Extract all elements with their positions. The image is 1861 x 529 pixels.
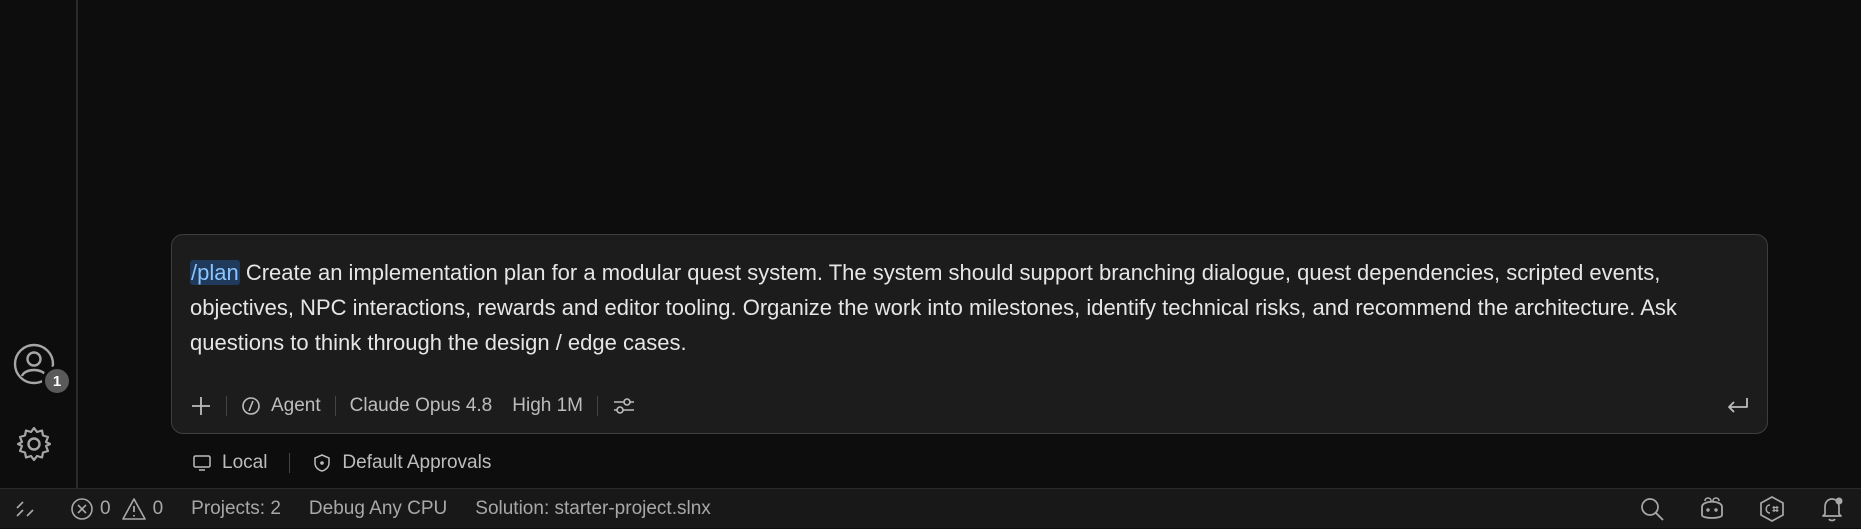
effort-picker[interactable]: High 1M xyxy=(512,395,583,417)
toolbar-divider xyxy=(226,396,227,416)
zoom-icon xyxy=(1641,498,1664,521)
copilot-icon xyxy=(1701,497,1723,519)
error-icon xyxy=(71,497,93,520)
tools-button[interactable] xyxy=(612,395,636,417)
plus-icon xyxy=(192,397,210,415)
mode-label: Agent xyxy=(271,395,321,416)
chat-prompt-input[interactable]: /plan Create an implementation plan for … xyxy=(190,255,1740,360)
shield-icon xyxy=(314,454,331,472)
approvals-label: Default Approvals xyxy=(342,452,492,473)
warning-icon xyxy=(121,497,146,520)
slash-command-chip: /plan xyxy=(190,260,240,285)
projects-status[interactable]: Projects: 2 xyxy=(191,498,281,520)
manage-button[interactable] xyxy=(14,424,54,464)
remote-button[interactable] xyxy=(14,498,36,520)
toolbar-divider xyxy=(334,396,336,416)
chat-toolbar: Agent Claude Opus 4.8 High 1M xyxy=(190,391,636,421)
problems-button[interactable]: 0 0 xyxy=(70,497,163,521)
csharp-button[interactable] xyxy=(1757,494,1787,524)
warning-count: 0 xyxy=(152,497,164,519)
send-button[interactable] xyxy=(1723,391,1753,421)
location-label: Local xyxy=(222,452,268,473)
model-picker[interactable]: Claude Opus 4.8 xyxy=(350,395,493,417)
csharp-icon xyxy=(1760,496,1784,522)
enter-icon xyxy=(1728,398,1748,413)
bell-icon xyxy=(1822,497,1843,522)
account-badge: 1 xyxy=(42,366,72,396)
session-options: Local Default Approvals xyxy=(192,449,491,477)
build-config-status[interactable]: Debug Any CPU xyxy=(309,498,447,520)
remote-icon xyxy=(16,500,34,517)
prompt-text: Create an implementation plan for a modu… xyxy=(190,260,1677,355)
solution-status[interactable]: Solution: starter-project.slnx xyxy=(475,498,711,520)
approvals-picker[interactable]: Default Approvals xyxy=(312,452,491,474)
activity-bar: 1 xyxy=(0,0,78,488)
divider xyxy=(289,453,291,473)
chat-input-box[interactable]: /plan Create an implementation plan for … xyxy=(171,234,1768,434)
status-bar-right xyxy=(1637,489,1861,529)
toolbar-divider xyxy=(597,396,598,416)
model-label: Claude Opus 4.8 xyxy=(349,395,493,416)
copilot-button[interactable] xyxy=(1697,494,1727,524)
mode-picker[interactable]: Agent xyxy=(241,395,321,417)
agent-icon xyxy=(242,397,260,415)
account-button[interactable]: 1 xyxy=(12,342,72,396)
error-count: 0 xyxy=(100,497,111,519)
status-bar: 0 0 Projects: 2 Debug Any CPU Solution: … xyxy=(0,488,1861,528)
gear-icon xyxy=(16,426,52,462)
notifications-button[interactable] xyxy=(1817,494,1847,524)
sliders-icon xyxy=(614,398,634,414)
effort-label: High 1M xyxy=(512,395,583,416)
location-picker[interactable]: Local xyxy=(192,452,267,474)
zoom-button[interactable] xyxy=(1637,494,1667,524)
add-context-button[interactable] xyxy=(190,395,212,417)
monitor-icon xyxy=(193,455,211,471)
